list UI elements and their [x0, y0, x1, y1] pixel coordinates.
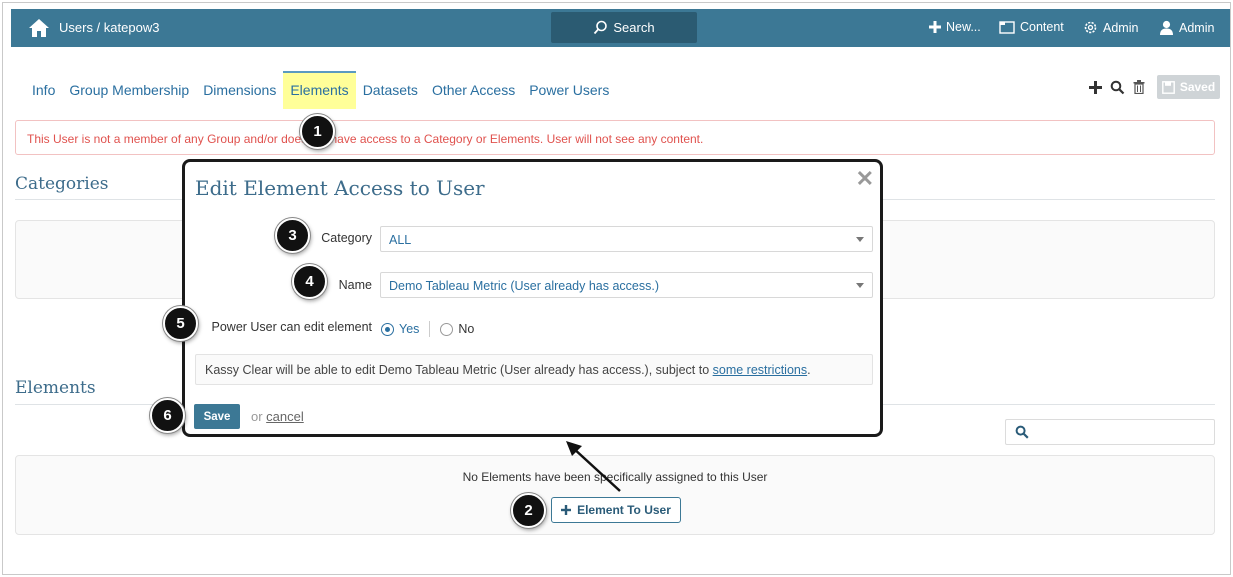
search-icon[interactable]	[1109, 79, 1125, 95]
elements-search-input[interactable]	[1005, 419, 1215, 445]
top-navbar: Users / katepow3 Search New... Content A…	[11, 9, 1230, 47]
gear-icon	[1084, 21, 1097, 34]
folder-icon	[999, 20, 1015, 34]
tab-power-users[interactable]: Power Users	[522, 71, 616, 109]
name-value: Demo Tableau Metric (User already has ac…	[389, 279, 660, 293]
plus-icon	[561, 505, 572, 515]
radio-separator	[429, 321, 431, 337]
cancel-link[interactable]: cancel	[266, 409, 304, 424]
callout-2: 2	[511, 493, 546, 528]
info-end: .	[807, 363, 811, 377]
admin-label: Admin	[1103, 20, 1139, 35]
arrow-annotation	[566, 441, 621, 492]
floppy-icon	[1161, 80, 1175, 94]
record-toolbar: Saved	[1087, 75, 1220, 99]
callout-3: 3	[275, 218, 310, 253]
restrictions-link[interactable]: some restrictions	[713, 363, 807, 377]
save-label: Save	[203, 410, 231, 423]
info-text: Kassy Clear will be able to edit Demo Ta…	[205, 363, 713, 377]
page-frame: Users / katepow3 Search New... Content A…	[2, 2, 1231, 575]
plus-icon	[929, 21, 941, 33]
chevron-down-icon	[856, 237, 864, 242]
tab-dimensions[interactable]: Dimensions	[196, 71, 283, 109]
user-tabs: Info Group Membership Dimensions Element…	[25, 71, 616, 109]
add-icon[interactable]	[1087, 79, 1103, 95]
tab-other-access[interactable]: Other Access	[425, 71, 522, 109]
radio-no-label[interactable]: No	[458, 322, 474, 336]
search-icon	[594, 20, 608, 35]
close-icon[interactable]: ✕	[856, 166, 874, 192]
edit-element-access-modal: Edit Element Access to User ✕ Category A…	[182, 159, 883, 437]
category-value: ALL	[389, 233, 412, 247]
new-menu[interactable]: New...	[929, 20, 981, 34]
cancel-group: or cancel	[251, 409, 304, 424]
admin-menu[interactable]: Admin	[1083, 20, 1138, 35]
content-menu[interactable]: Content	[999, 20, 1064, 34]
breadcrumb[interactable]: Users / katepow3	[59, 20, 159, 35]
saved-button[interactable]: Saved	[1157, 75, 1220, 99]
info-message: Kassy Clear will be able to edit Demo Ta…	[195, 354, 873, 385]
new-label: New...	[946, 20, 981, 34]
power-user-label: Power User can edit element	[211, 320, 373, 334]
save-button[interactable]: Save	[194, 404, 240, 429]
modal-title: Edit Element Access to User	[195, 176, 485, 200]
elements-title: Elements	[15, 378, 96, 398]
no-access-alert: This User is not a member of any Group a…	[15, 120, 1215, 155]
tab-info[interactable]: Info	[25, 71, 62, 109]
tab-elements[interactable]: Elements	[283, 71, 356, 109]
category-select[interactable]: ALL	[380, 226, 873, 252]
user-menu[interactable]: Admin	[1159, 20, 1214, 35]
chevron-down-icon	[856, 283, 864, 288]
tab-datasets[interactable]: Datasets	[356, 71, 425, 109]
radio-yes-label[interactable]: Yes	[399, 322, 419, 336]
or-text: or	[251, 409, 267, 424]
name-select[interactable]: Demo Tableau Metric (User already has ac…	[380, 272, 873, 298]
global-search-button[interactable]: Search	[551, 12, 697, 43]
content-label: Content	[1020, 20, 1064, 34]
search-icon	[1015, 425, 1029, 439]
callout-4: 4	[292, 264, 327, 299]
radio-yes[interactable]	[381, 322, 394, 336]
search-label: Search	[613, 20, 655, 35]
user-icon	[1160, 20, 1173, 35]
trash-icon[interactable]	[1131, 79, 1147, 95]
callout-1: 1	[300, 114, 335, 149]
add-element-label: Element To User	[577, 503, 671, 517]
home-icon[interactable]	[27, 17, 51, 39]
callout-6: 6	[150, 398, 185, 433]
user-label: Admin	[1179, 20, 1215, 35]
callout-5: 5	[163, 306, 198, 341]
radio-no[interactable]	[440, 322, 454, 336]
categories-title: Categories	[15, 174, 109, 194]
saved-label: Saved	[1179, 80, 1216, 94]
alert-text: This User is not a member of any Group a…	[27, 132, 704, 146]
add-element-to-user-button[interactable]: Element To User	[551, 497, 681, 523]
power-user-radio-group: Yes No	[381, 321, 474, 337]
tab-group-membership[interactable]: Group Membership	[62, 71, 196, 109]
